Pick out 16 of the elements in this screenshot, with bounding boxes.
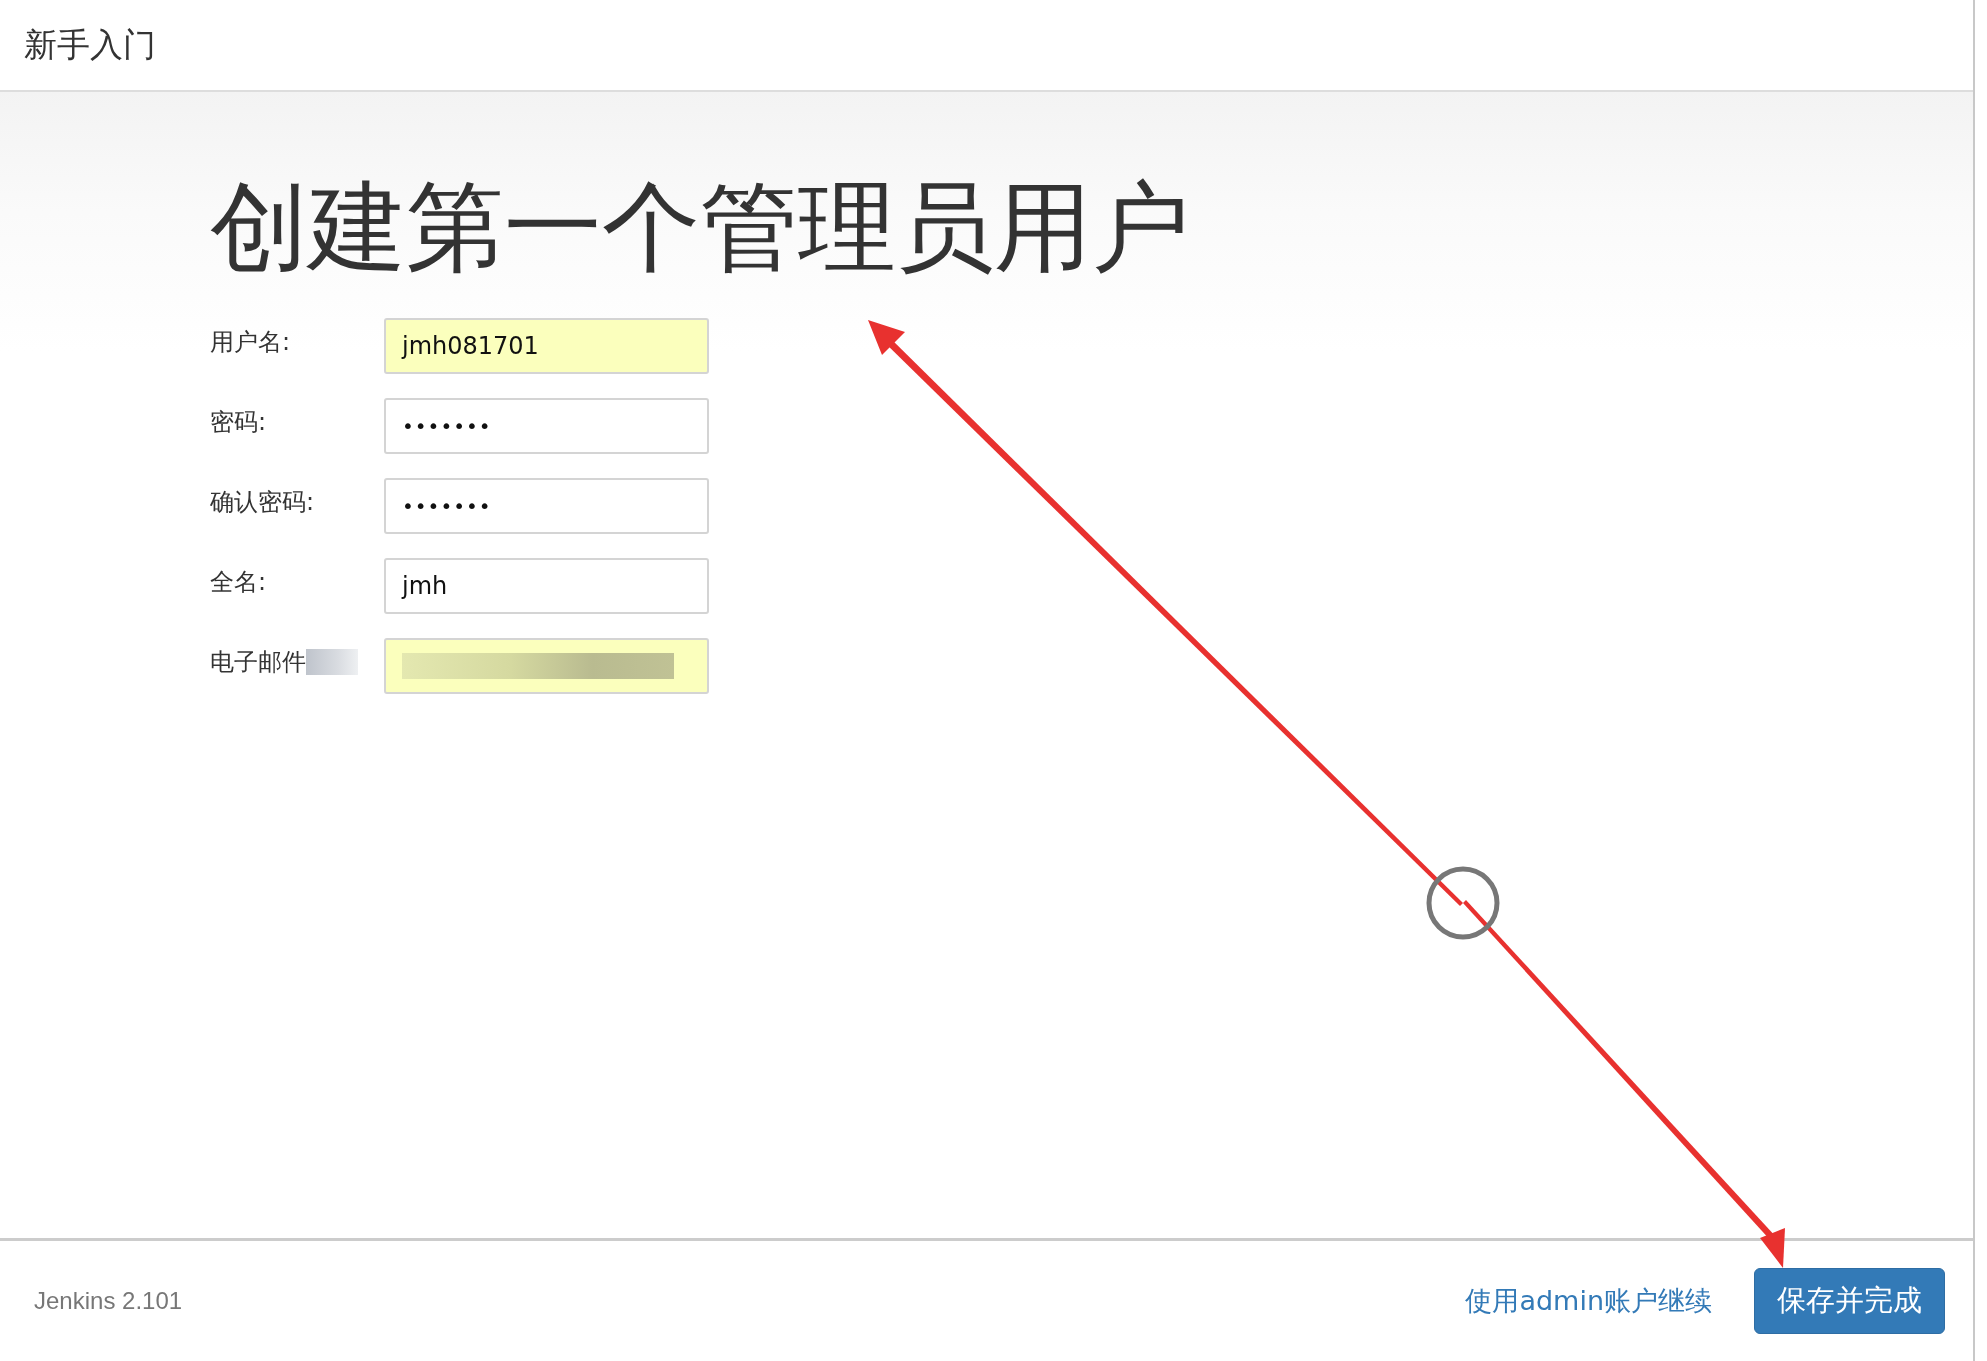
input-field[interactable]: jmh — [384, 557, 709, 614]
page-title: 新手入门 — [24, 23, 156, 66]
form-heading: 创建第一个管理员用户 — [210, 174, 1191, 282]
field-label: 用户名: — [210, 326, 292, 358]
continue-link[interactable]: 使用admin账户继续 — [1465, 1283, 1712, 1319]
input-field[interactable]: ••••••• — [384, 477, 709, 534]
save-button[interactable]: 保存并完成 — [1754, 1268, 1945, 1334]
redaction-mark — [306, 648, 358, 675]
version-text: Jenkins 2.101 — [34, 1287, 183, 1315]
input-field[interactable]: jmh081701 — [384, 317, 709, 374]
field-label: 确认密码: — [210, 486, 316, 518]
input-field[interactable]: ••••••• — [384, 397, 709, 454]
field-label: 密码: — [210, 406, 268, 438]
input-field[interactable] — [384, 637, 709, 694]
field-label: 全名: — [210, 566, 268, 598]
field-label: 电子邮件 — [210, 646, 306, 678]
